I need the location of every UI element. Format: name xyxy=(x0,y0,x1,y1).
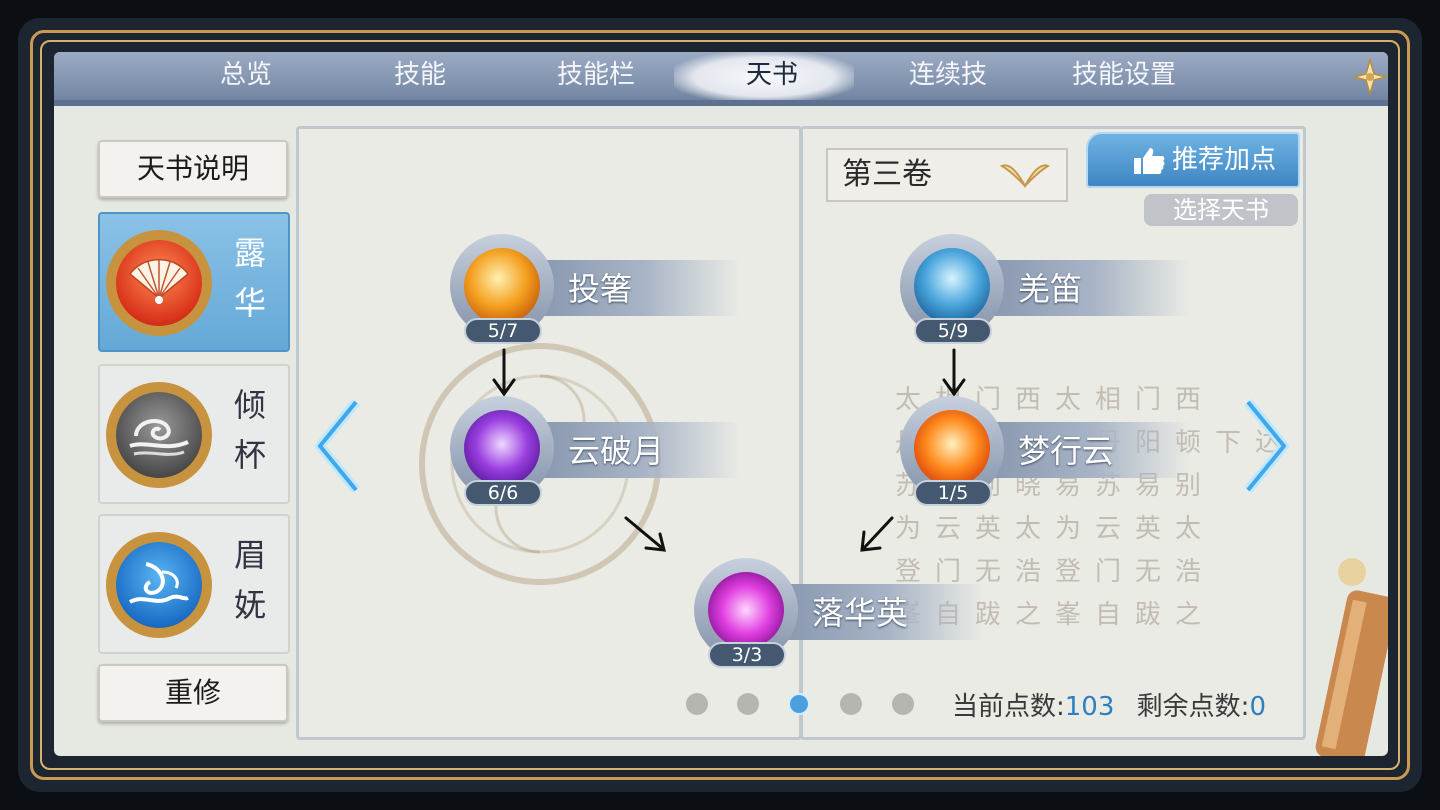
page-dot-5[interactable] xyxy=(892,693,914,715)
volume-label: 第三卷 xyxy=(842,157,932,192)
volume-selector[interactable]: 第三卷 xyxy=(826,148,1068,202)
page-dot-1[interactable] xyxy=(686,693,708,715)
spirit-figure-icon xyxy=(914,248,990,324)
skill-level: 6/6 xyxy=(464,480,542,506)
select-book-button[interactable]: 选择天书 xyxy=(1144,194,1298,226)
remaining-points-label: 剩余点数: xyxy=(1136,692,1250,722)
current-points-label: 当前点数: xyxy=(952,692,1065,722)
current-points-value: 103 xyxy=(1064,692,1115,722)
magenta-swirl-icon xyxy=(708,572,784,648)
page-dot-3[interactable] xyxy=(788,693,810,715)
skill-node-yunpoyue[interactable]: 6/6 云破月 xyxy=(450,396,750,506)
points-summary: 当前点数:103 剩余点数:0 xyxy=(952,686,1266,723)
recommend-points-button[interactable]: 推荐加点 xyxy=(1086,132,1300,188)
thumbs-up-icon xyxy=(1134,148,1165,174)
scroll-decoration-icon xyxy=(1315,558,1388,756)
skill-node-qiangdi[interactable]: 5/9 羌笛 xyxy=(900,234,1200,344)
skill-node-touzhu[interactable]: 5/7 投箸 xyxy=(450,234,750,344)
skill-level: 1/5 xyxy=(914,480,992,506)
skill-name: 投箸 xyxy=(568,270,633,308)
page-dot-2[interactable] xyxy=(737,693,759,715)
purple-feather-icon xyxy=(464,410,540,486)
skill-level: 5/7 xyxy=(464,318,542,344)
recommend-label: 推荐加点 xyxy=(1171,145,1276,175)
skill-node-mengxingyun[interactable]: 1/5 梦行云 xyxy=(900,396,1200,506)
skill-name: 羌笛 xyxy=(1018,270,1083,308)
remaining-points-value: 0 xyxy=(1249,692,1266,722)
skill-level: 3/3 xyxy=(708,642,786,668)
skill-name: 梦行云 xyxy=(1018,432,1115,470)
skill-name: 落华英 xyxy=(812,594,909,632)
fire-vortex-icon xyxy=(914,410,990,486)
page-dot-4[interactable] xyxy=(840,693,862,715)
flame-blade-icon xyxy=(464,248,540,324)
chevron-down-icon xyxy=(999,164,1051,189)
skill-name: 云破月 xyxy=(568,432,665,470)
skill-level: 5/9 xyxy=(914,318,992,344)
skill-panel: 总览 技能 技能栏 天书 连续技 技能设置 天书说明 露 华 倾 杯 眉 妩 重… xyxy=(54,52,1388,756)
skill-node-luohuaying[interactable]: 3/3 落华英 xyxy=(694,558,994,668)
